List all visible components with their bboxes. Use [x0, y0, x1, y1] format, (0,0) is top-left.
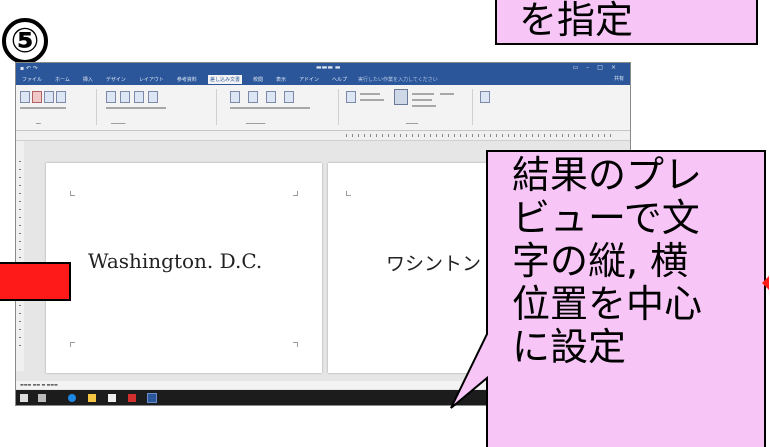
ribbon-label-text — [106, 107, 166, 109]
rules-button[interactable] — [248, 91, 258, 103]
select-recipients-button[interactable] — [56, 91, 66, 103]
group-label: ━━ — [36, 121, 41, 126]
vertical-ruler[interactable] — [16, 141, 24, 371]
envelopes-button[interactable] — [20, 91, 30, 103]
ribbon-label-text — [412, 105, 436, 107]
ribbon-label-text — [360, 99, 384, 101]
ribbon-tab[interactable]: 参考資料 — [175, 75, 199, 84]
store-icon[interactable] — [108, 394, 116, 402]
media-icon[interactable] — [128, 394, 136, 402]
crop-mark — [70, 191, 75, 196]
window-title: ▬▬▬ ▬ — [316, 64, 341, 71]
main-callout-text: 結果のプレ ビューで文 字の縦, 横 位置を中心 に設定 — [512, 153, 703, 369]
step-number-badge: ⑤ — [2, 18, 48, 64]
address-block-button[interactable] — [134, 91, 144, 103]
quick-access-toolbar[interactable]: ▪ ↶ ↷ — [20, 65, 50, 72]
group-separator — [338, 89, 339, 125]
ribbon-label-text — [412, 93, 434, 95]
ribbon-tab[interactable]: アドイン — [297, 75, 321, 84]
crop-mark — [70, 342, 75, 347]
label-text-english[interactable]: Washington. D.C. — [88, 249, 262, 273]
folder-icon[interactable] — [88, 394, 96, 402]
ribbon-tab[interactable]: 差し込み文書 — [207, 74, 242, 84]
group-label: ━━━━━━━━ — [246, 121, 266, 126]
labels-button[interactable] — [32, 91, 42, 103]
edit-recipient-list-button[interactable] — [106, 91, 116, 103]
match-fields-button[interactable] — [266, 91, 276, 103]
start-icon[interactable] — [20, 394, 28, 402]
insert-merge-field-button[interactable] — [230, 91, 240, 103]
edge-icon[interactable] — [68, 394, 76, 402]
ribbon-tab[interactable]: ホーム — [53, 75, 72, 84]
ribbon-tab[interactable]: デザイン — [104, 75, 128, 84]
ribbon-tab[interactable]: 校閲 — [251, 75, 265, 84]
ribbon-tab[interactable]: 表示 — [274, 75, 288, 84]
group-separator — [96, 89, 97, 125]
preview-results-button[interactable] — [346, 91, 356, 103]
crop-mark — [346, 191, 351, 196]
update-labels-button[interactable] — [284, 91, 294, 103]
preview-results-active-button[interactable] — [394, 89, 408, 105]
ribbon-tab[interactable]: ファイル — [20, 75, 44, 84]
ribbon-label-text — [230, 107, 310, 109]
ribbon-tab[interactable]: 挿入 — [81, 75, 95, 84]
ribbon-label-text — [20, 107, 66, 109]
tell-me-search[interactable]: 実行したい作業を入力してください — [358, 76, 438, 83]
group-label: ━━━━━ — [406, 121, 419, 126]
word-app-icon[interactable] — [147, 393, 157, 403]
group-label: ━━━━━━ — [111, 121, 126, 126]
ribbon-label-text — [412, 99, 432, 101]
red-arrow — [0, 262, 71, 301]
ribbon-label-text — [360, 93, 380, 95]
crop-mark — [293, 342, 298, 347]
group-separator — [216, 89, 217, 125]
ribbon-tab[interactable]: ヘルプ — [330, 75, 349, 84]
greeting-line-button[interactable] — [148, 91, 158, 103]
ribbon-tab[interactable]: レイアウト — [137, 75, 166, 84]
crop-mark — [293, 191, 298, 196]
search-icon[interactable] — [38, 394, 46, 402]
start-mail-merge-button[interactable] — [44, 91, 54, 103]
label-page-left[interactable]: Washington. D.C. — [46, 163, 322, 373]
highlight-merge-fields-button[interactable] — [120, 91, 130, 103]
